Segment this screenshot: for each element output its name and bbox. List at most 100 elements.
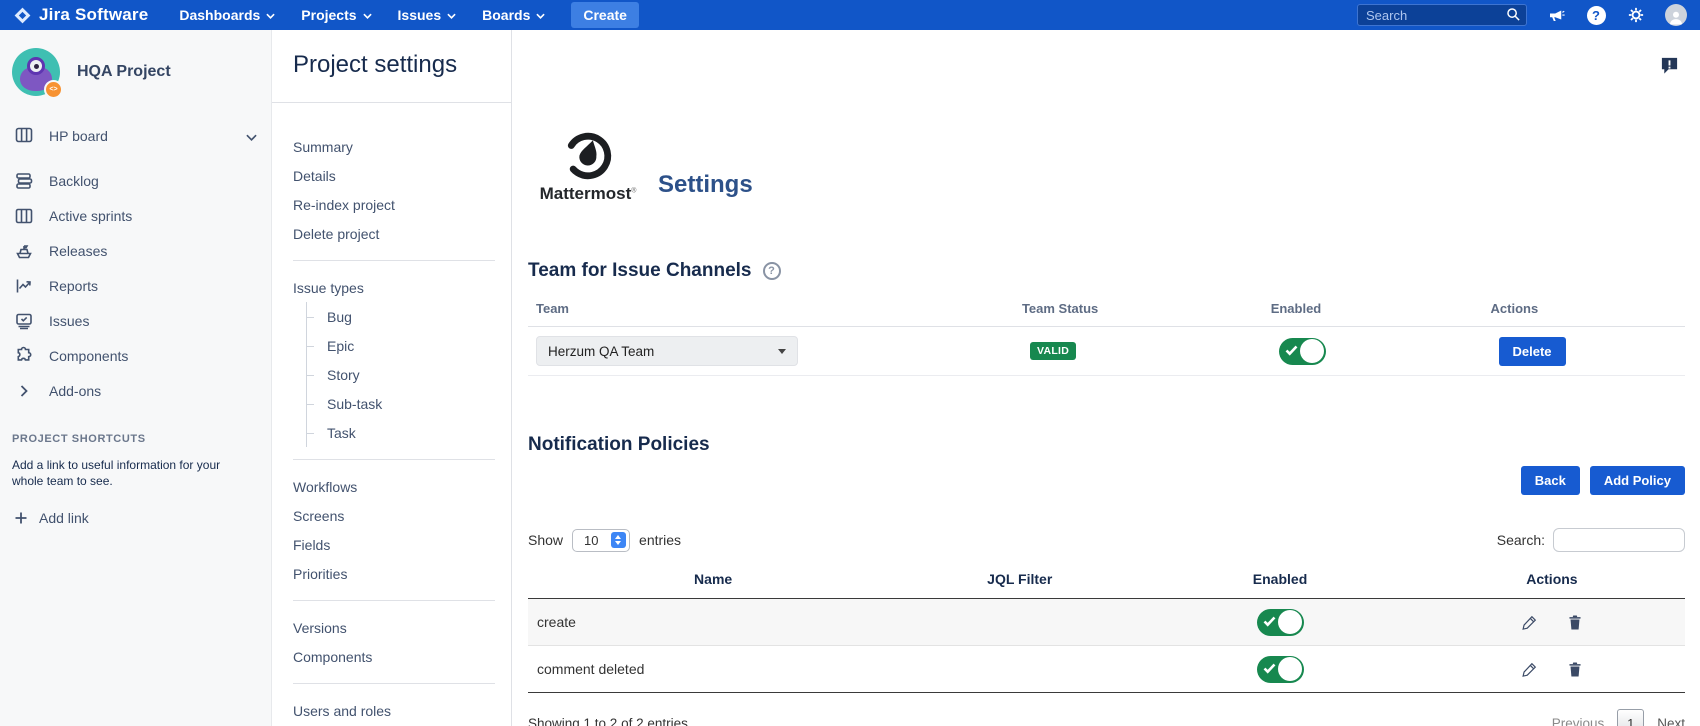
sidebar-item-issues[interactable]: Issues [0, 303, 271, 338]
project-settings-menu: Project settings Summary Details Re-inde… [272, 30, 512, 726]
stepper-icon [611, 532, 626, 548]
navbar-search [1357, 4, 1527, 26]
project-avatar [12, 48, 60, 96]
nav-issues[interactable]: Issues [398, 7, 457, 23]
team-enabled-toggle[interactable] [1279, 338, 1326, 365]
reports-icon [14, 276, 34, 296]
settings-item-reindex[interactable]: Re-index project [293, 190, 495, 219]
policies-search-label: Search: [1497, 532, 1545, 548]
settings-item-users-roles[interactable]: Users and roles [293, 696, 495, 725]
settings-item-bug[interactable]: Bug [307, 302, 495, 331]
sidebar-item-label: Add-ons [49, 383, 101, 399]
nav-boards[interactable]: Boards [482, 7, 545, 23]
search-input[interactable] [1357, 4, 1527, 26]
help-icon[interactable] [1585, 4, 1607, 26]
sidebar-item-backlog[interactable]: Backlog [0, 163, 271, 198]
search-icon[interactable] [1506, 7, 1521, 27]
sidebar-item-addons[interactable]: Add-ons [0, 373, 271, 408]
policy-name: comment deleted [528, 661, 898, 677]
add-policy-button[interactable]: Add Policy [1590, 466, 1685, 495]
toggle-knob [1300, 339, 1324, 363]
jira-brand[interactable]: Jira Software [13, 5, 148, 25]
settings-item-issue-types[interactable]: Issue types [293, 273, 495, 302]
settings-item-priorities[interactable]: Priorities [293, 559, 495, 588]
sidebar-item-components[interactable]: Components [0, 338, 271, 373]
col-team-status: Team Status [1014, 301, 1263, 316]
previous-page-button[interactable]: Previous [1552, 716, 1605, 726]
settings-item-subtask[interactable]: Sub-task [307, 389, 495, 418]
sidebar-item-board[interactable]: HP board [0, 120, 271, 152]
sidebar-item-label: Reports [49, 278, 98, 294]
status-badge: VALID [1030, 342, 1076, 360]
settings-item-versions[interactable]: Versions [293, 613, 495, 642]
nav-dashboards[interactable]: Dashboards [179, 7, 275, 23]
trash-icon[interactable] [1567, 661, 1583, 678]
components-icon [14, 346, 34, 366]
top-navbar: Jira Software Dashboards Projects Issues… [0, 0, 1700, 30]
col-enabled: Enabled [1263, 301, 1483, 316]
chevron-down-icon [447, 13, 456, 19]
sidebar-item-active-sprints[interactable]: Active sprints [0, 198, 271, 233]
settings-item-screens[interactable]: Screens [293, 501, 495, 530]
user-avatar-icon[interactable] [1665, 4, 1687, 26]
show-label: Show [528, 532, 563, 548]
settings-item-workflows[interactable]: Workflows [293, 472, 495, 501]
settings-item-details[interactable]: Details [293, 161, 495, 190]
chevron-down-icon [536, 13, 545, 19]
project-sidebar: HQA Project HP board Backlog Ac [0, 30, 272, 726]
menu-divider [293, 260, 495, 261]
col-actions: Actions [1483, 301, 1685, 316]
board-icon [14, 125, 34, 148]
sidebar-item-releases[interactable]: Releases [0, 233, 271, 268]
sidebar-item-label: Components [49, 348, 128, 364]
sidebar-item-label: Backlog [49, 173, 99, 189]
page-title: Project settings [293, 51, 511, 79]
settings-item-epic[interactable]: Epic [307, 331, 495, 360]
policy-enabled-toggle[interactable] [1257, 656, 1304, 683]
gear-icon[interactable] [1625, 4, 1647, 26]
settings-item-summary[interactable]: Summary [293, 132, 495, 161]
megaphone-icon[interactable] [1545, 4, 1567, 26]
settings-item-delete-project[interactable]: Delete project [293, 219, 495, 248]
policy-row: create [528, 599, 1685, 646]
settings-item-task[interactable]: Task [307, 418, 495, 447]
releases-icon [14, 241, 34, 261]
create-button[interactable]: Create [571, 2, 639, 28]
edit-icon[interactable] [1521, 661, 1538, 678]
col-team: Team [528, 301, 1014, 316]
team-select[interactable]: Herzum QA Team [536, 336, 798, 366]
page-number-button[interactable]: 1 [1617, 709, 1644, 726]
nav-projects[interactable]: Projects [301, 7, 371, 23]
policies-search-input[interactable] [1553, 528, 1685, 552]
toggle-knob [1278, 657, 1302, 681]
add-link-button[interactable]: Add link [12, 510, 259, 526]
team-table-header: Team Team Status Enabled Actions [528, 295, 1685, 327]
policies-table: Name JQL Filter Enabled Actions create [528, 562, 1685, 693]
policy-name: create [528, 614, 898, 630]
entries-per-page-select[interactable]: 10 [572, 529, 630, 552]
plus-icon [14, 511, 28, 525]
settings-item-story[interactable]: Story [307, 360, 495, 389]
entries-per-page-value: 10 [584, 533, 598, 548]
sprints-icon [14, 206, 34, 226]
back-button[interactable]: Back [1521, 466, 1580, 495]
project-name: HQA Project [77, 63, 171, 81]
next-page-button[interactable]: Next [1657, 716, 1685, 726]
chevron-right-icon [14, 381, 34, 401]
delete-team-button[interactable]: Delete [1499, 337, 1566, 366]
question-circle-icon[interactable] [763, 262, 781, 280]
policies-table-header: Name JQL Filter Enabled Actions [528, 562, 1685, 599]
trash-icon[interactable] [1567, 614, 1583, 631]
sidebar-item-reports[interactable]: Reports [0, 268, 271, 303]
pagination: Previous 1 Next [1552, 709, 1685, 726]
chevron-down-icon[interactable] [246, 128, 257, 144]
shortcuts-description: Add a link to useful information for you… [12, 457, 259, 489]
menu-divider [293, 459, 495, 460]
settings-item-fields[interactable]: Fields [293, 530, 495, 559]
feedback-icon[interactable] [1660, 56, 1679, 80]
project-header: HQA Project [0, 30, 271, 96]
edit-icon[interactable] [1521, 614, 1538, 631]
registered-mark: ® [631, 187, 636, 194]
policy-enabled-toggle[interactable] [1257, 609, 1304, 636]
settings-item-components[interactable]: Components [293, 642, 495, 671]
